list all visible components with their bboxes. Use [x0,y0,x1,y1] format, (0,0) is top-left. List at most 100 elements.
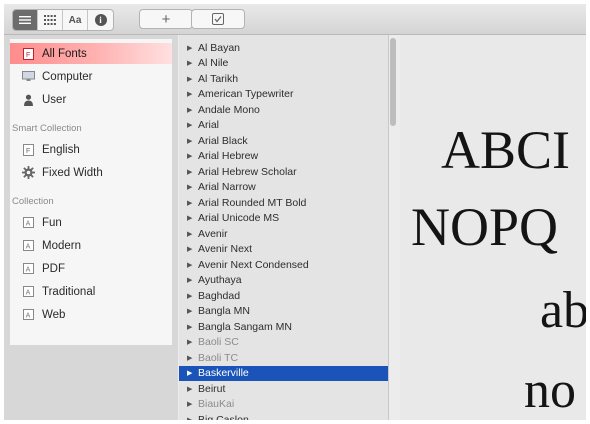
font-family-row[interactable]: ▶ Baghdad [179,288,388,304]
disclosure-triangle-icon[interactable]: ▶ [187,75,193,83]
font-family-row[interactable]: ▶ Arial Unicode MS [179,211,388,227]
collection-icon: A [21,239,35,253]
font-family-row[interactable]: ▶ Avenir Next [179,242,388,258]
sidebar-item-label: Modern [42,239,81,252]
font-family-row[interactable]: ▶ Arial Black [179,133,388,149]
disclosure-triangle-icon[interactable]: ▶ [187,354,193,362]
sample-view-icon: Aa [68,14,82,26]
font-family-row[interactable]: ▶ BiauKai [179,397,388,413]
disclosure-triangle-icon[interactable]: ▶ [187,152,193,160]
disclosure-triangle-icon[interactable]: ▶ [187,214,193,222]
disclosure-triangle-icon[interactable]: ▶ [187,416,193,420]
disclosure-triangle-icon[interactable]: ▶ [187,400,193,408]
disclosure-triangle-icon[interactable]: ▶ [187,59,193,67]
disclosure-triangle-icon[interactable]: ▶ [187,44,193,52]
disclosure-triangle-icon[interactable]: ▶ [187,338,193,346]
font-family-name: Baoli TC [198,351,239,364]
font-family-name: Baskerville [198,367,249,380]
font-family-name: Al Nile [198,57,229,70]
info-button[interactable]: i [88,10,113,30]
font-family-row[interactable]: ▶ Al Nile [179,56,388,72]
font-family-row[interactable]: ▶ Avenir Next Condensed [179,257,388,273]
validate-font-button[interactable] [191,9,245,29]
collection-icon: A [21,262,35,276]
sidebar-item-label: Web [42,308,66,321]
font-family-row[interactable]: ▶ Bangla Sangam MN [179,319,388,335]
grid-view-button[interactable] [38,10,63,30]
font-family-row[interactable]: ▶ Avenir [179,226,388,242]
disclosure-triangle-icon[interactable]: ▶ [187,369,193,377]
font-family-name: Arial Unicode MS [198,212,280,225]
disclosure-triangle-icon[interactable]: ▶ [187,106,193,114]
font-family-row[interactable]: ▶ Baoli TC [179,350,388,366]
font-family-row[interactable]: ▶ Al Bayan [179,40,388,56]
disclosure-triangle-icon[interactable]: ▶ [187,90,193,98]
disclosure-triangle-icon[interactable]: ▶ [187,245,193,253]
sidebar-item-english[interactable]: F English [10,139,172,160]
font-family-row[interactable]: ▶ Big Caslon [179,412,388,420]
font-family-list: ▶ Al Bayan ▶ Al Nile ▶ Al Tarikh ▶ American Typ… [179,35,389,420]
font-family-name: Baoli SC [198,336,239,349]
list-view-button[interactable] [13,10,38,30]
disclosure-triangle-icon[interactable]: ▶ [187,230,193,238]
disclosure-triangle-icon[interactable]: ▶ [187,385,193,393]
font-family-row[interactable]: ▶ Al Tarikh [179,71,388,87]
svg-text:A: A [25,313,30,320]
sidebar-item-web[interactable]: A Web [10,304,172,325]
collection-icon: A [21,285,35,299]
sidebar-item-fun[interactable]: A Fun [10,212,172,233]
font-family-row[interactable]: ▶ American Typewriter [179,87,388,103]
font-family-name: Arial Black [198,134,248,147]
disclosure-triangle-icon[interactable]: ▶ [187,137,193,145]
font-family-row[interactable]: ▶ Arial [179,118,388,134]
disclosure-triangle-icon[interactable]: ▶ [187,121,193,129]
add-font-button[interactable]: + [139,9,193,29]
disclosure-triangle-icon[interactable]: ▶ [187,307,193,315]
preview-line: ab [540,282,586,339]
font-list-scrollbar[interactable] [390,38,396,126]
user-icon [21,93,35,107]
font-file-icon: F [21,47,35,61]
disclosure-triangle-icon[interactable]: ▶ [187,323,193,331]
font-family-row[interactable]: ▶ Arial Rounded MT Bold [179,195,388,211]
font-family-row[interactable]: ▶ Arial Hebrew Scholar [179,164,388,180]
sample-view-button[interactable]: Aa [63,10,88,30]
font-family-name: Arial Hebrew [198,150,259,163]
font-family-row[interactable]: ▶ Beirut [179,381,388,397]
disclosure-triangle-icon[interactable]: ▶ [187,261,193,269]
font-family-row[interactable]: ▶ Arial Hebrew [179,149,388,165]
sidebar-item-fixed-width[interactable]: Fixed Width [10,162,172,183]
sidebar-item-pdf[interactable]: A PDF [10,258,172,279]
disclosure-triangle-icon[interactable]: ▶ [187,183,193,191]
grid-view-icon [44,15,56,25]
font-family-row[interactable]: ▶ Baoli SC [179,335,388,351]
font-family-name: Baghdad [198,289,241,302]
disclosure-triangle-icon[interactable]: ▶ [187,276,193,284]
sidebar-item-user[interactable]: User [10,89,172,110]
font-family-name: Al Bayan [198,41,241,54]
font-family-name: Avenir [198,227,228,240]
sidebar-item-computer[interactable]: Computer [10,66,172,87]
svg-text:F: F [26,148,30,155]
disclosure-triangle-icon[interactable]: ▶ [187,292,193,300]
sidebar-item-traditional[interactable]: A Traditional [10,281,172,302]
font-family-row[interactable]: ▶ Arial Narrow [179,180,388,196]
font-family-name: Al Tarikh [198,72,239,85]
disclosure-triangle-icon[interactable]: ▶ [187,199,193,207]
sidebar-item-modern[interactable]: A Modern [10,235,172,256]
sidebar: F All Fonts Computer User Smart Collecti… [4,35,178,420]
font-family-row[interactable]: ▶ Baskerville [179,365,388,381]
sidebar-item-label: Computer [42,70,93,83]
svg-text:A: A [25,244,30,251]
toolbar: Aa i + [4,4,586,35]
preview-line: ABCI [441,120,571,180]
font-family-name: Big Caslon [198,413,249,420]
disclosure-triangle-icon[interactable]: ▶ [187,168,193,176]
font-family-row[interactable]: ▶ Ayuthaya [179,273,388,289]
font-family-name: American Typewriter [198,88,294,101]
font-family-row[interactable]: ▶ Bangla MN [179,304,388,320]
font-family-name: Arial [198,119,220,132]
font-preview-pane: ABCI NOPQ ab no [400,35,586,420]
sidebar-item-all-fonts[interactable]: F All Fonts [10,43,172,64]
font-family-row[interactable]: ▶ Andale Mono [179,102,388,118]
